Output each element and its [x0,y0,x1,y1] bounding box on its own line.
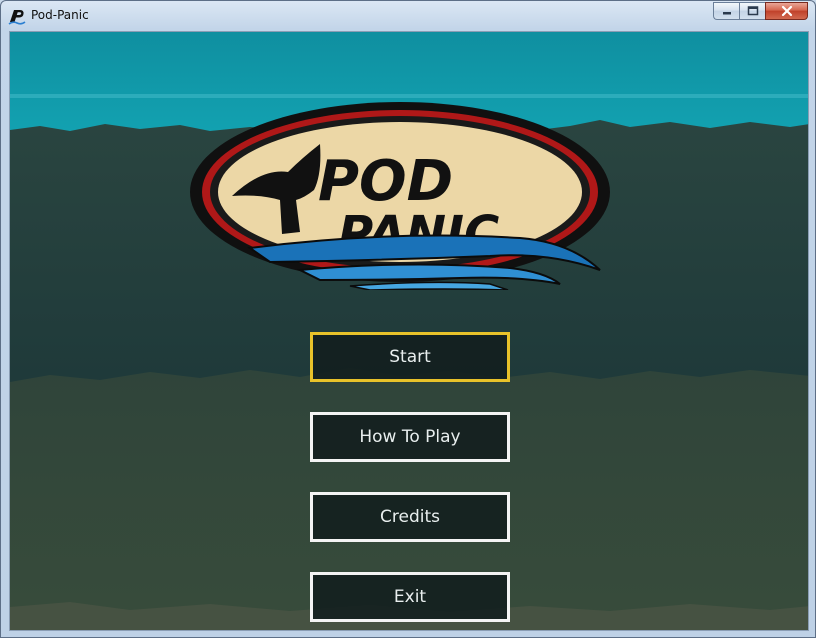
window-title: Pod-Panic [31,8,89,22]
logo-word-pod: POD [318,149,453,214]
minimize-button[interactable] [713,2,739,20]
maximize-icon [747,6,758,16]
exit-button[interactable]: Exit [310,572,510,622]
app-icon [8,10,26,25]
title-bar[interactable]: Pod-Panic [1,1,815,31]
minimize-icon [722,12,731,15]
credits-button[interactable]: Credits [310,492,510,542]
caption-buttons [713,2,808,21]
game-canvas: POD PANIC Start How To Play Credits Exit [9,31,809,631]
close-icon [781,5,792,17]
maximize-button[interactable] [739,2,765,20]
how-to-play-button[interactable]: How To Play [310,412,510,462]
pod-panic-logo: POD PANIC [190,102,610,290]
close-button[interactable] [765,2,808,20]
start-button[interactable]: Start [310,332,510,382]
app-window: Pod-Panic POD PANIC Start How To Play Cr… [0,0,816,638]
